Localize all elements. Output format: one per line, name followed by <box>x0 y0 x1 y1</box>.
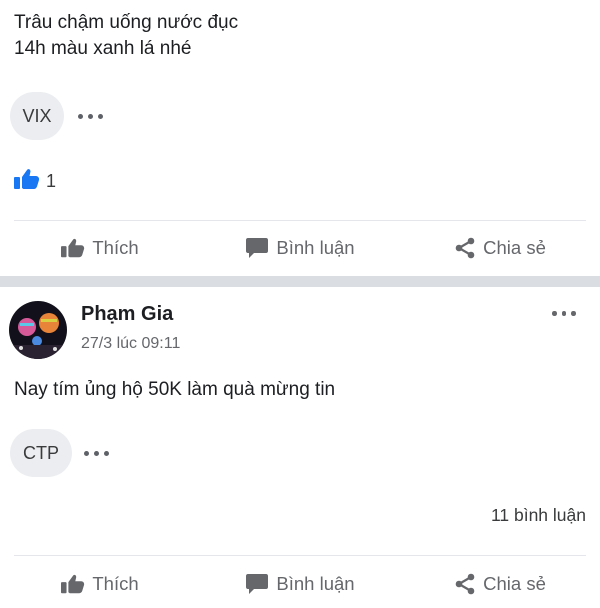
post-2-like-button[interactable]: Thích <box>0 573 200 595</box>
post-2-comment-button[interactable]: Bình luận <box>200 573 400 595</box>
thumbs-up-icon <box>61 573 85 595</box>
post-1-text-line-2: 14h màu xanh lá nhé <box>14 38 192 59</box>
post-1-share-button[interactable]: Chia sẻ <box>400 237 600 259</box>
post-1-comment-label: Bình luận <box>276 237 355 258</box>
post-1-reactions[interactable]: 1 <box>14 168 56 195</box>
post-1-divider <box>14 220 586 221</box>
thumbs-up-icon <box>61 237 85 259</box>
post-2-action-bar: Thích Bình luận Chia sẻ <box>0 560 600 608</box>
post-2-comment-label: Bình luận <box>276 573 355 594</box>
post-2-stock-tag[interactable]: CTP <box>10 429 72 477</box>
post-1-tag-more-icon[interactable] <box>78 114 103 119</box>
feed-separator <box>0 276 600 287</box>
post-2-share-button[interactable]: Chia sẻ <box>400 573 600 595</box>
post-2-author-name[interactable]: Phạm Gia <box>81 303 173 326</box>
post-1-share-label: Chia sẻ <box>483 237 546 258</box>
post-1-stock-tag-label: VIX <box>22 105 52 126</box>
post-2-stock-tag-label: CTP <box>23 442 59 463</box>
post-2-timestamp[interactable]: 27/3 lúc 09:11 <box>81 335 180 353</box>
post-1-action-bar: Thích Bình luận Chia sẻ <box>0 224 600 272</box>
post-2-comment-count[interactable]: 11 bình luận <box>491 505 586 526</box>
post-1-like-count: 1 <box>46 171 57 191</box>
share-icon <box>454 237 476 259</box>
post-1-text-line-1: Trâu chậm uống nước đục <box>14 12 239 33</box>
comment-icon <box>245 237 269 259</box>
comment-icon <box>245 573 269 595</box>
more-options-icon[interactable] <box>552 311 576 316</box>
post-1-like-label: Thích <box>92 237 139 258</box>
post-1-text: Trâu chậm uống nước đục 14h màu xanh lá … <box>14 10 238 62</box>
post-1-comment-button[interactable]: Bình luận <box>200 237 400 259</box>
share-icon <box>454 573 476 595</box>
avatar[interactable] <box>9 301 67 359</box>
post-2-tag-more-icon[interactable] <box>84 451 109 456</box>
post-2-divider <box>14 555 586 556</box>
post-1-like-button[interactable]: Thích <box>0 237 200 259</box>
like-reaction-icon <box>14 168 40 195</box>
post-2-text: Nay tím ủng hộ 50K làm quà mừng tin <box>14 379 336 400</box>
post-2-like-label: Thích <box>92 573 139 594</box>
post-2-share-label: Chia sẻ <box>483 573 546 594</box>
post-1-stock-tag[interactable]: VIX <box>10 92 64 140</box>
